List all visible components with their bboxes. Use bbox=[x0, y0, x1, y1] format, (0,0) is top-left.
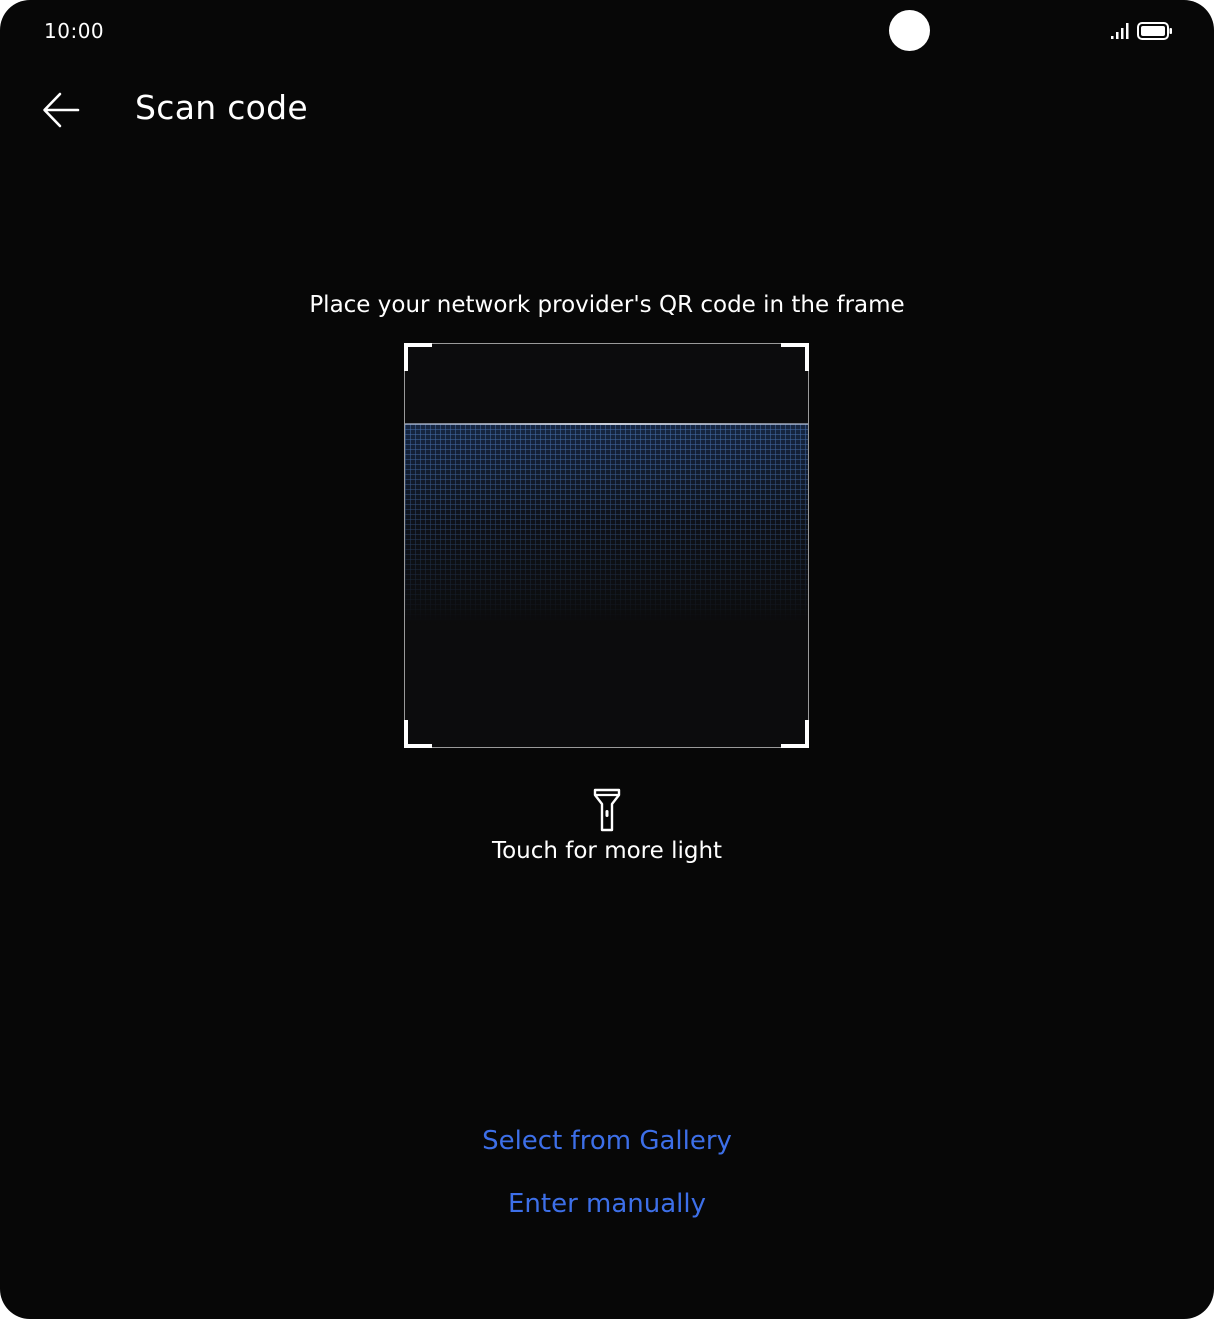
scan-grid bbox=[405, 424, 808, 624]
status-bar: 10:00 bbox=[0, 0, 1214, 60]
frame-corner-bottom-left bbox=[404, 720, 432, 748]
signal-icon bbox=[1111, 23, 1129, 39]
flashlight-label: Touch for more light bbox=[491, 838, 723, 864]
battery-icon bbox=[1137, 22, 1172, 40]
page-title: Scan code bbox=[135, 88, 309, 127]
scan-line bbox=[405, 423, 808, 425]
flashlight-button[interactable]: Touch for more light bbox=[457, 784, 757, 874]
enter-manually-button[interactable]: Enter manually bbox=[0, 1189, 1214, 1219]
status-time: 10:00 bbox=[44, 19, 105, 43]
device-screen: 10:00 Scan code Place your network provi… bbox=[0, 0, 1214, 1319]
back-button[interactable] bbox=[38, 86, 86, 134]
camera-cutout bbox=[889, 10, 930, 51]
back-arrow-icon bbox=[43, 92, 80, 128]
frame-corner-top-right bbox=[781, 343, 809, 371]
frame-corner-bottom-right bbox=[781, 720, 809, 748]
scan-instruction: Place your network provider's QR code in… bbox=[309, 292, 905, 318]
select-from-gallery-button[interactable]: Select from Gallery bbox=[0, 1126, 1214, 1156]
frame-corner-top-left bbox=[404, 343, 432, 371]
flashlight-icon bbox=[593, 788, 621, 832]
scan-viewfinder[interactable] bbox=[404, 343, 809, 748]
